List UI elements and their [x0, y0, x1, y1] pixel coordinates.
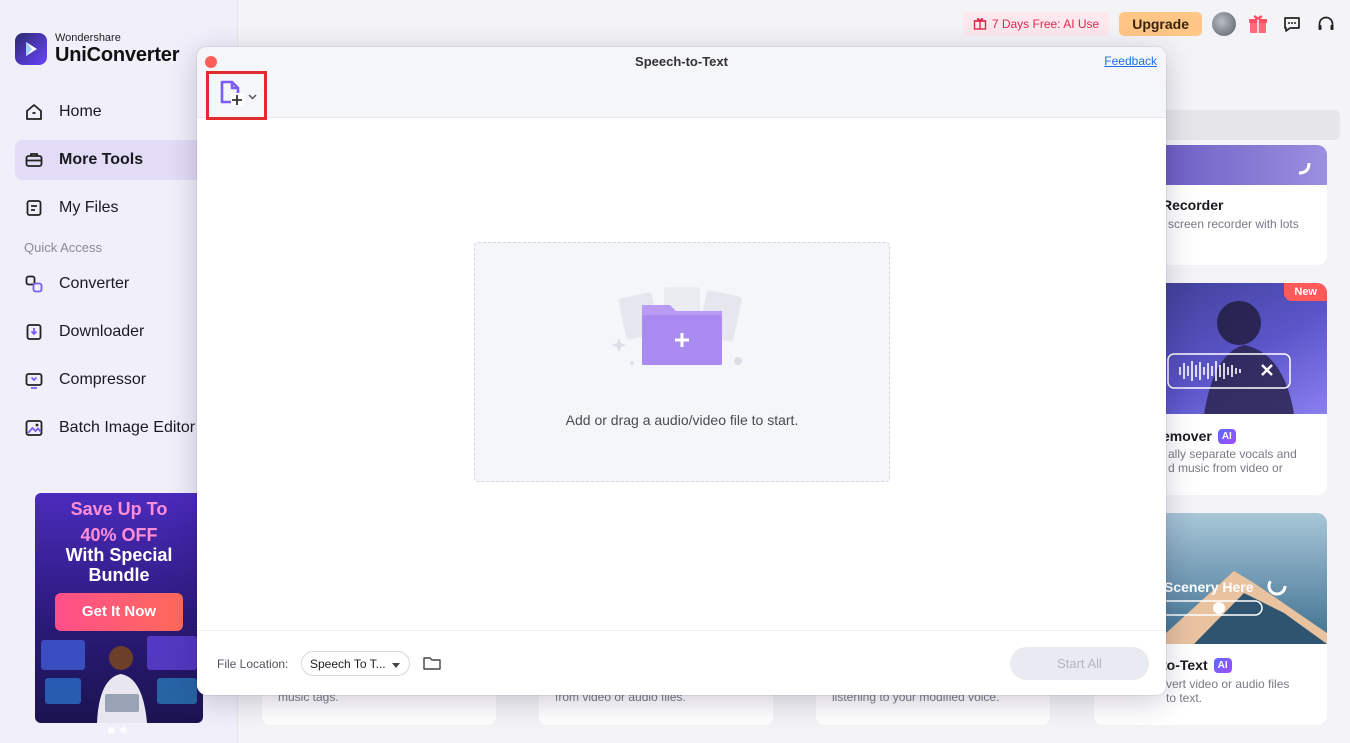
file-location-select[interactable]: Speech To T... — [301, 651, 410, 676]
sidebar-item-label: Batch Image Editor — [59, 419, 196, 436]
ai-badge: AI — [1213, 657, 1232, 673]
trial-badge[interactable]: 7 Days Free: AI Use — [962, 12, 1110, 36]
add-file-button[interactable] — [206, 71, 267, 120]
sidebar-item-label: Home — [59, 103, 102, 120]
sidebar-item-label: Converter — [59, 275, 130, 292]
dialog-title: Speech-to-Text — [635, 54, 728, 69]
file-drop-zone[interactable]: Add or drag a audio/video file to start. — [474, 242, 890, 482]
dialog-footer: File Location: Speech To T... Start All — [197, 630, 1166, 695]
promo-line-1: Save Up To — [70, 499, 168, 519]
gift-box-icon[interactable] — [1246, 12, 1270, 36]
tool-card-description: vert video or audio files to text. — [1166, 677, 1290, 705]
promo-line-3: With Special — [65, 545, 173, 565]
brand-title: UniConverter — [55, 44, 180, 66]
tool-card-description: ally separate vocals and d music from vi… — [1168, 447, 1297, 475]
tool-card-title: Recorder — [1162, 197, 1224, 213]
brand: Wondershare UniConverter — [15, 32, 179, 66]
sidebar-item-converter[interactable]: Converter — [15, 264, 225, 304]
downloader-icon — [23, 321, 45, 343]
avatar[interactable] — [1212, 12, 1236, 36]
home-icon — [23, 101, 45, 123]
brand-subtitle: Wondershare — [55, 32, 121, 44]
headset-icon[interactable] — [1314, 12, 1338, 36]
dialog-header: Speech-to-Text Feedback — [197, 47, 1166, 120]
converter-icon — [23, 273, 45, 295]
gift-icon — [973, 16, 987, 33]
open-folder-icon[interactable] — [422, 653, 442, 673]
files-icon — [23, 197, 45, 219]
pagination-dot[interactable] — [120, 727, 127, 734]
folder-add-icon — [612, 287, 742, 365]
pagination-dot[interactable] — [108, 727, 115, 734]
promo-line-2: 40% OFF — [80, 525, 158, 545]
sidebar-nav: Home More Tools My Files Quick Access Co… — [15, 92, 225, 456]
upgrade-button[interactable]: Upgrade — [1119, 12, 1202, 36]
promo-cta-button[interactable]: Get It Now — [55, 593, 183, 631]
feedback-link[interactable]: Feedback — [1104, 54, 1157, 68]
promo-banner[interactable]: Save Up To 40% OFF With Special Bundle G… — [35, 493, 203, 723]
sidebar-item-label: More Tools — [59, 151, 144, 168]
ai-badge: AI — [1217, 428, 1236, 444]
file-location-value: Speech To T... — [310, 656, 386, 671]
uniconverter-logo-icon — [15, 33, 47, 65]
new-badge: New — [1284, 283, 1327, 301]
sidebar-item-compressor[interactable]: Compressor — [15, 360, 225, 400]
sidebar-item-downloader[interactable]: Downloader — [15, 312, 225, 352]
sidebar-item-label: My Files — [59, 199, 119, 216]
chevron-down-icon[interactable] — [248, 87, 257, 105]
chat-icon[interactable] — [1280, 12, 1304, 36]
sidebar-item-label: Compressor — [59, 371, 147, 388]
top-bar: 7 Days Free: AI Use Upgrade — [962, 12, 1338, 36]
scenery-overlay-label: Scenery Here — [1164, 579, 1254, 595]
dropdown-arrow-icon — [391, 657, 400, 671]
promo-pagination — [108, 727, 127, 734]
start-all-button[interactable]: Start All — [1010, 647, 1149, 680]
tool-card-title: to-Text AI — [1162, 657, 1232, 673]
sidebar-item-my-files[interactable]: My Files — [15, 188, 225, 228]
tools-search-bar[interactable] — [1160, 110, 1340, 140]
toolbox-icon — [23, 149, 45, 171]
sidebar-item-batch-image-editor[interactable]: Batch Image Editor — [15, 408, 225, 448]
file-location-label: File Location: — [217, 657, 289, 671]
tool-card-title-text: emover — [1162, 428, 1212, 444]
quick-access-heading: Quick Access — [24, 239, 103, 255]
promo-line-4: Bundle — [88, 565, 150, 585]
add-file-icon — [218, 80, 244, 111]
compressor-icon — [23, 369, 45, 391]
image-editor-icon — [23, 417, 45, 439]
sidebar-item-home[interactable]: Home — [15, 92, 225, 132]
promo-illustration-icon — [41, 636, 197, 723]
sidebar-item-more-tools[interactable]: More Tools — [15, 140, 225, 180]
tool-card-title: emover AI — [1162, 428, 1236, 444]
drop-zone-instruction: Add or drag a audio/video file to start. — [565, 412, 799, 428]
tool-card-description: screen recorder with lots — [1168, 217, 1299, 231]
sidebar-item-label: Downloader — [59, 323, 145, 340]
speech-to-text-dialog: Speech-to-Text Feedback Add or drag a au… — [197, 47, 1166, 695]
trial-label: 7 Days Free: AI Use — [991, 17, 1100, 31]
tool-card-title-text: to-Text — [1162, 657, 1208, 673]
